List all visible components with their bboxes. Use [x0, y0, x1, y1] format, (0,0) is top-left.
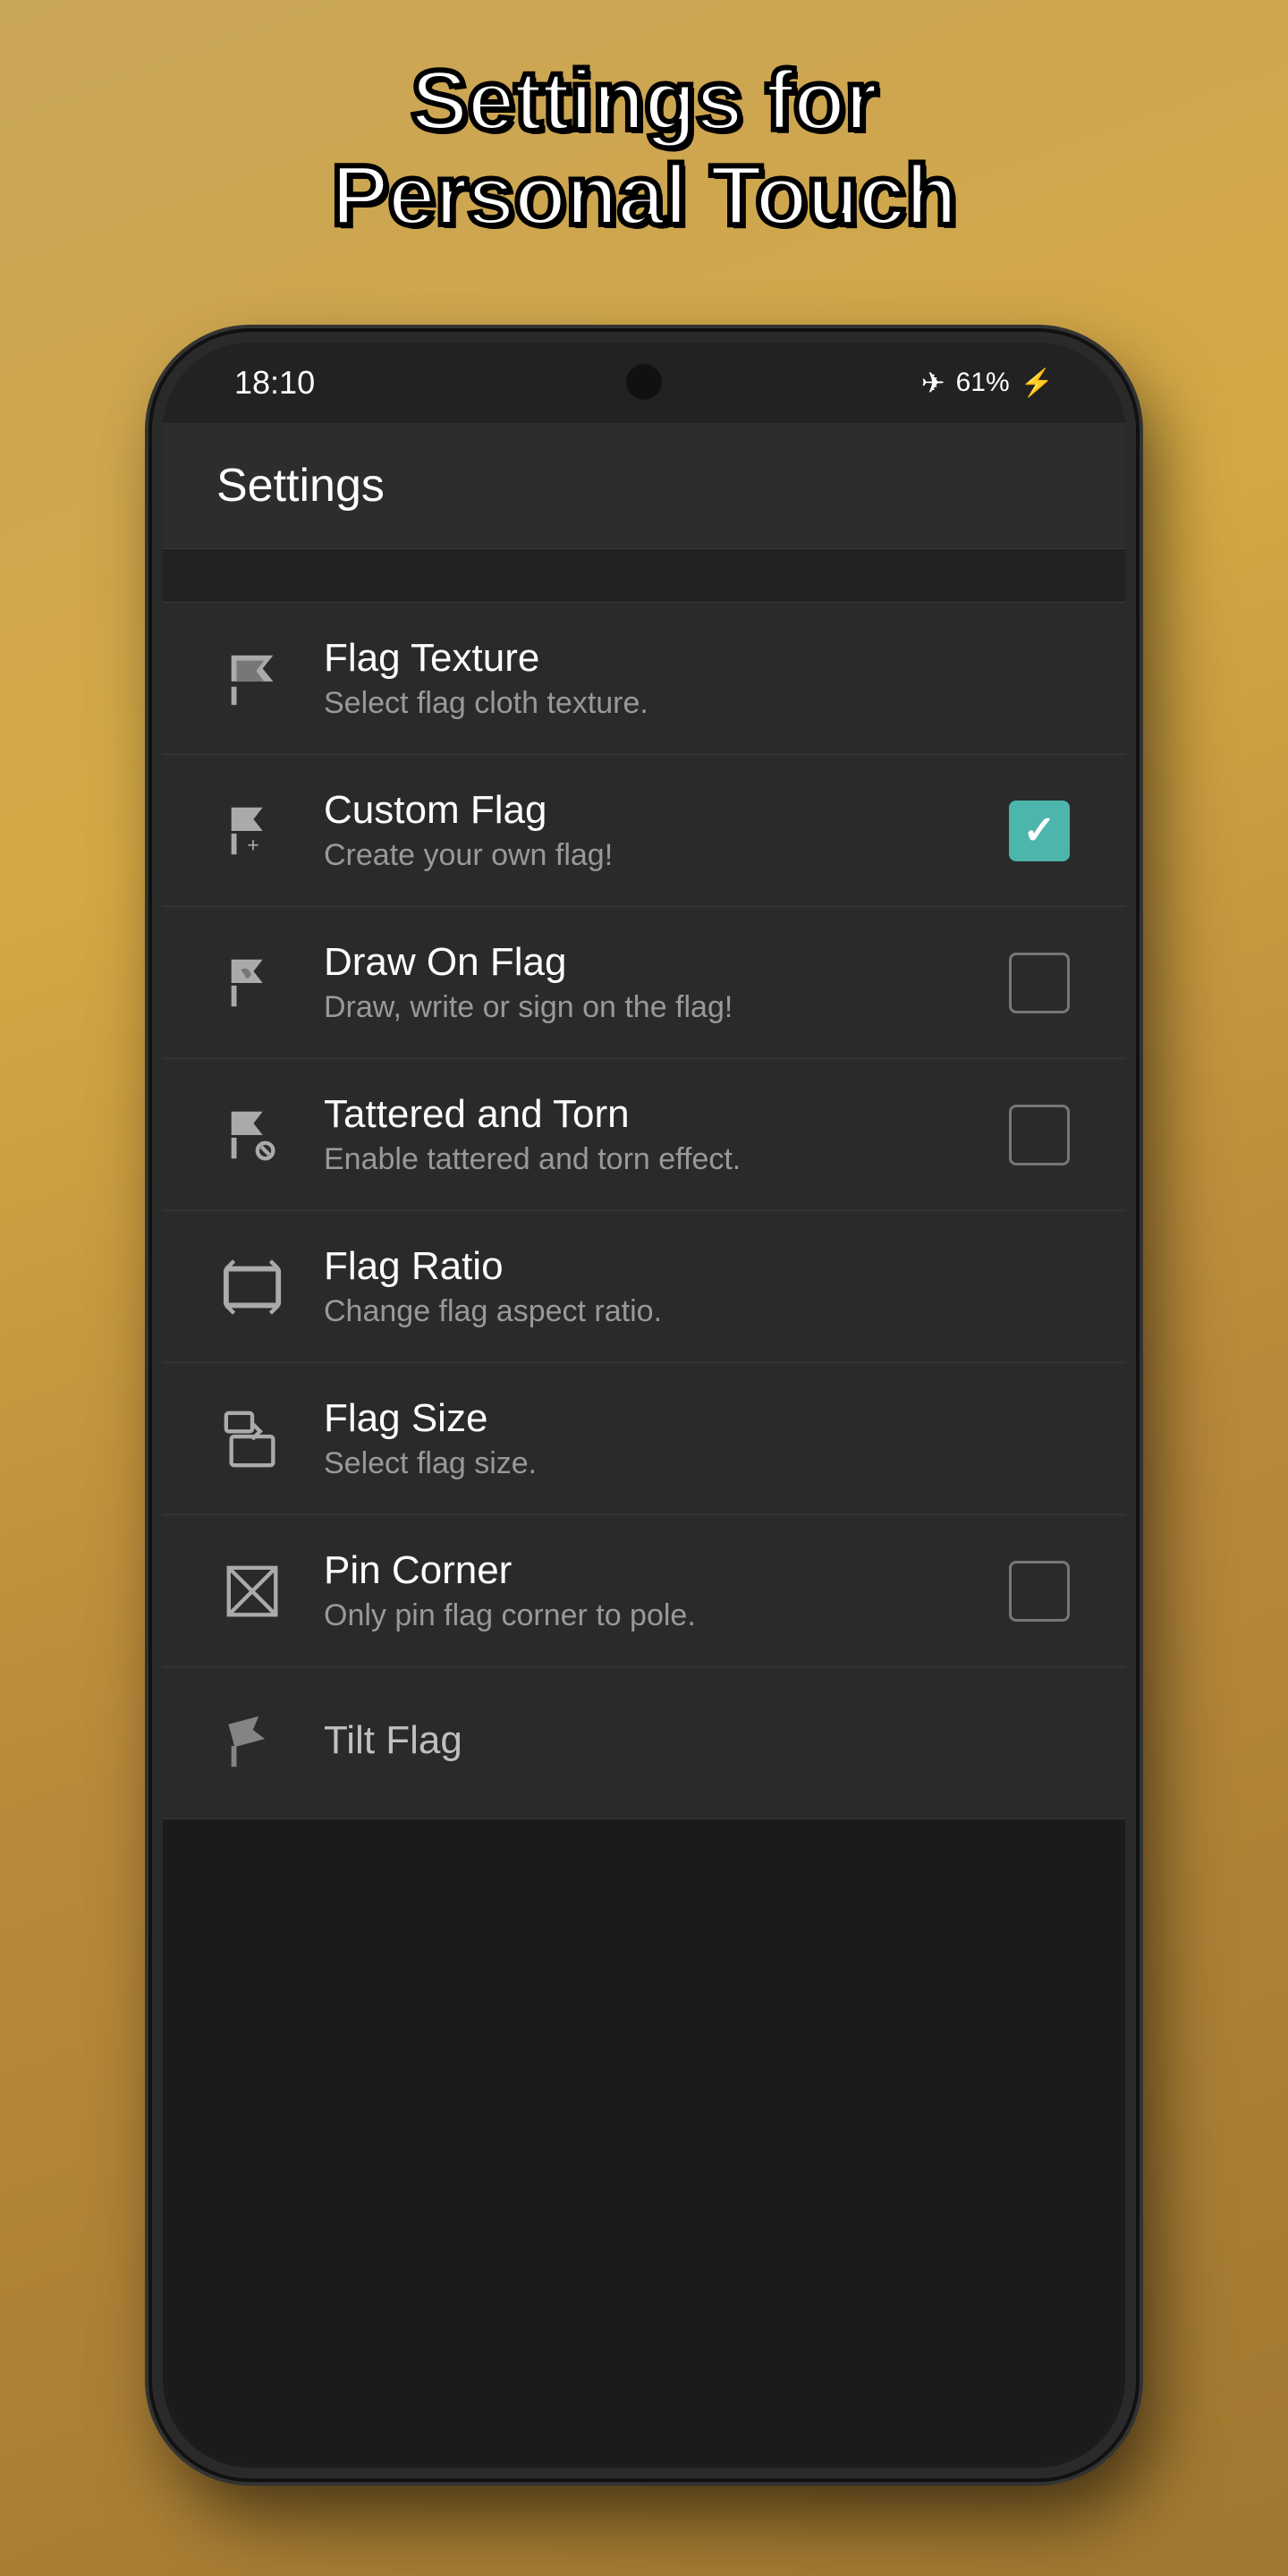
settings-item-custom-flag[interactable]: + Custom Flag Create your own flag!: [163, 755, 1125, 907]
checkbox-unchecked-indicator: [1009, 953, 1070, 1013]
airplane-icon: ✈: [921, 366, 945, 400]
flag-ratio-subtitle: Change flag aspect ratio.: [324, 1294, 1072, 1329]
flag-texture-subtitle: Select flag cloth texture.: [324, 686, 1072, 721]
app-header: Settings: [163, 423, 1125, 549]
flag-size-text: Flag Size Select flag size.: [324, 1396, 1072, 1481]
settings-title: Settings: [216, 459, 1072, 513]
custom-flag-checkbox[interactable]: [1007, 799, 1072, 863]
custom-flag-title: Custom Flag: [324, 788, 971, 833]
pin-corner-title: Pin Corner: [324, 1548, 971, 1593]
tilt-flag-title: Tilt Flag: [324, 1718, 1072, 1763]
flag-ratio-text: Flag Ratio Change flag aspect ratio.: [324, 1244, 1072, 1329]
settings-item-flag-size[interactable]: Flag Size Select flag size.: [163, 1363, 1125, 1515]
flag-size-title: Flag Size: [324, 1396, 1072, 1441]
status-icons: ✈ 61% ⚡: [921, 366, 1054, 400]
flag-ratio-title: Flag Ratio: [324, 1244, 1072, 1289]
settings-item-pin-corner[interactable]: Pin Corner Only pin flag corner to pole.: [163, 1515, 1125, 1667]
phone-frame: 18:10 ✈ 61% ⚡ Settings: [152, 332, 1136, 2479]
title-line2: Personal Touch: [331, 148, 956, 243]
camera-notch: [626, 364, 662, 400]
tattered-checkbox[interactable]: [1007, 1103, 1072, 1167]
settings-item-flag-texture[interactable]: Flag Texture Select flag cloth texture.: [163, 603, 1125, 755]
tilt-flag-icon: [216, 1707, 288, 1779]
pin-corner-checkbox-indicator: [1009, 1561, 1070, 1622]
status-bar: 18:10 ✈ 61% ⚡: [163, 343, 1125, 423]
status-time: 18:10: [234, 364, 315, 402]
ratio-icon: [216, 1251, 288, 1323]
settings-item-tattered[interactable]: Tattered and Torn Enable tattered and to…: [163, 1059, 1125, 1211]
settings-item-draw-flag[interactable]: Draw On Flag Draw, write or sign on the …: [163, 907, 1125, 1059]
settings-item-flag-ratio[interactable]: Flag Ratio Change flag aspect ratio.: [163, 1211, 1125, 1363]
tattered-text: Tattered and Torn Enable tattered and to…: [324, 1092, 971, 1177]
flag-texture-icon: [216, 643, 288, 715]
header-divider: [163, 549, 1125, 603]
flag-texture-text: Flag Texture Select flag cloth texture.: [324, 636, 1072, 721]
custom-flag-icon: +: [216, 795, 288, 867]
custom-flag-text: Custom Flag Create your own flag!: [324, 788, 971, 873]
title-line1: Settings for: [411, 53, 877, 148]
checkbox-checked-indicator: [1009, 801, 1070, 861]
flag-texture-title: Flag Texture: [324, 636, 1072, 681]
settings-item-tilt-flag[interactable]: Tilt Flag: [163, 1667, 1125, 1819]
size-icon: [216, 1403, 288, 1475]
tattered-subtitle: Enable tattered and torn effect.: [324, 1142, 971, 1177]
battery-icon: ⚡: [1021, 368, 1054, 399]
svg-text:+: +: [247, 833, 259, 856]
flag-size-subtitle: Select flag size.: [324, 1446, 1072, 1481]
pin-corner-subtitle: Only pin flag corner to pole.: [324, 1598, 971, 1633]
tattered-title: Tattered and Torn: [324, 1092, 971, 1137]
draw-flag-text: Draw On Flag Draw, write or sign on the …: [324, 940, 971, 1025]
tilt-flag-text: Tilt Flag: [324, 1718, 1072, 1768]
settings-list: Flag Texture Select flag cloth texture. …: [163, 603, 1125, 1819]
pin-icon: [216, 1555, 288, 1627]
tattered-checkbox-indicator: [1009, 1105, 1070, 1165]
pin-corner-checkbox[interactable]: [1007, 1559, 1072, 1623]
page-title: Settings for Personal Touch: [259, 54, 1028, 242]
draw-flag-icon: [216, 947, 288, 1019]
draw-flag-subtitle: Draw, write or sign on the flag!: [324, 990, 971, 1025]
pin-corner-text: Pin Corner Only pin flag corner to pole.: [324, 1548, 971, 1633]
battery-level: 61%: [956, 368, 1010, 398]
custom-flag-subtitle: Create your own flag!: [324, 838, 971, 873]
tattered-icon: [216, 1099, 288, 1171]
draw-flag-title: Draw On Flag: [324, 940, 971, 985]
draw-flag-checkbox[interactable]: [1007, 951, 1072, 1015]
